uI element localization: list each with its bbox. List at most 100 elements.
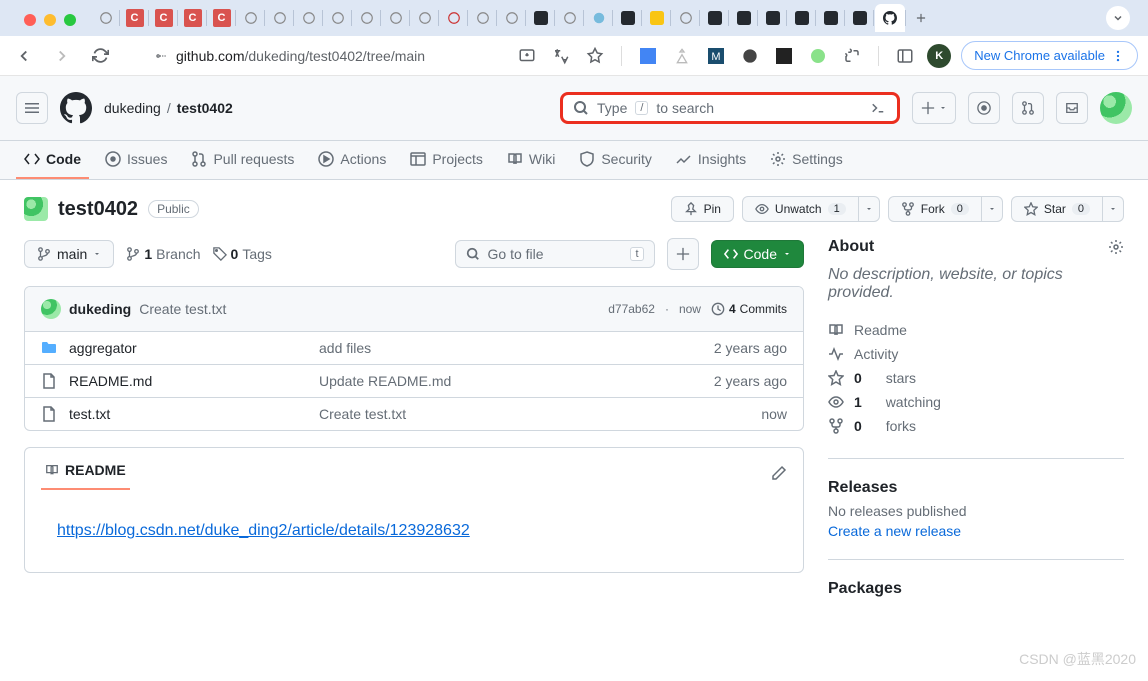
tab-18[interactable] (585, 4, 612, 32)
file-row[interactable]: aggregatoradd files2 years ago (25, 332, 803, 365)
tab-27[interactable] (846, 4, 873, 32)
activity-link[interactable]: Activity (828, 342, 1124, 366)
tab-code[interactable]: Code (16, 141, 89, 179)
file-row[interactable]: README.mdUpdate README.md2 years ago (25, 365, 803, 398)
file-row[interactable]: test.txtCreate test.txtnow (25, 398, 803, 430)
tab-security[interactable]: Security (571, 141, 660, 179)
stars-link[interactable]: 0 stars (828, 366, 1124, 390)
tab-23[interactable] (730, 4, 757, 32)
fork-button[interactable]: Fork0 (888, 196, 982, 222)
about-settings-button[interactable] (1108, 239, 1124, 255)
pin-button[interactable]: Pin (671, 196, 734, 222)
install-icon[interactable] (515, 44, 539, 68)
ext-4-icon[interactable] (738, 44, 762, 68)
edit-readme-button[interactable] (771, 465, 787, 481)
commit-author[interactable]: dukeding (69, 301, 131, 317)
site-info-icon[interactable] (154, 49, 168, 63)
goto-file-input[interactable]: Go to filet (455, 240, 655, 268)
file-commit-msg[interactable]: add files (319, 340, 714, 356)
tab-pulls[interactable]: Pull requests (183, 141, 302, 179)
tab-16[interactable] (527, 4, 554, 32)
readme-link[interactable]: https://blog.csdn.net/duke_ding2/article… (57, 522, 470, 539)
back-button[interactable] (10, 42, 38, 70)
tab-12[interactable] (411, 4, 438, 32)
tab-4[interactable]: C (179, 4, 206, 32)
add-dropdown-button[interactable] (912, 92, 956, 124)
url-box[interactable]: github.com/dukeding/test0402/tree/main (154, 48, 425, 64)
tab-3[interactable]: C (150, 4, 177, 32)
tab-projects[interactable]: Projects (402, 141, 491, 179)
tab-1[interactable] (92, 4, 119, 32)
tab-7[interactable] (266, 4, 293, 32)
create-release-link[interactable]: Create a new release (828, 523, 1124, 539)
tab-10[interactable] (353, 4, 380, 32)
breadcrumb-owner[interactable]: dukeding (104, 100, 161, 116)
commit-message[interactable]: Create test.txt (139, 301, 226, 317)
branches-link[interactable]: 1Branch (126, 246, 200, 262)
tab-2[interactable]: C (121, 4, 148, 32)
tab-25[interactable] (788, 4, 815, 32)
inbox-button[interactable] (1056, 92, 1088, 124)
reload-button[interactable] (86, 42, 114, 70)
unwatch-button[interactable]: Unwatch1 (742, 196, 859, 222)
file-commit-msg[interactable]: Create test.txt (319, 406, 761, 422)
tab-17[interactable] (556, 4, 583, 32)
tab-6[interactable] (237, 4, 264, 32)
branch-dropdown[interactable]: main (24, 240, 114, 268)
tab-5[interactable]: C (208, 4, 235, 32)
tab-19[interactable] (614, 4, 641, 32)
star-button[interactable]: Star0 (1011, 196, 1103, 222)
bookmark-icon[interactable] (583, 44, 607, 68)
update-button[interactable]: New Chrome available (961, 41, 1138, 70)
search-input[interactable]: Type / to search (560, 92, 900, 124)
star-dropdown[interactable] (1103, 196, 1124, 222)
tab-settings[interactable]: Settings (762, 141, 851, 179)
watching-link[interactable]: 1 watching (828, 390, 1124, 414)
ext-2-icon[interactable] (670, 44, 694, 68)
readme-tab[interactable]: README (41, 456, 130, 490)
command-palette-icon[interactable] (869, 99, 887, 117)
tab-20[interactable] (643, 4, 670, 32)
maximize-window-icon[interactable] (64, 14, 76, 26)
pulls-button[interactable] (1012, 92, 1044, 124)
tab-22[interactable] (701, 4, 728, 32)
ext-6-icon[interactable] (806, 44, 830, 68)
sidepanel-icon[interactable] (893, 44, 917, 68)
extensions-icon[interactable] (840, 44, 864, 68)
tabs-dropdown[interactable] (1106, 6, 1130, 30)
tab-13[interactable] (440, 4, 467, 32)
tab-15[interactable] (498, 4, 525, 32)
profile-avatar[interactable]: K (927, 44, 951, 68)
commits-link[interactable]: 4 Commits (711, 302, 787, 316)
forward-button[interactable] (48, 42, 76, 70)
ext-3-icon[interactable]: M (704, 44, 728, 68)
file-name[interactable]: aggregator (69, 340, 319, 356)
issues-button[interactable] (968, 92, 1000, 124)
watch-dropdown[interactable] (859, 196, 880, 222)
minimize-window-icon[interactable] (44, 14, 56, 26)
tab-actions[interactable]: Actions (310, 141, 394, 179)
github-logo-icon[interactable] (60, 92, 92, 124)
add-file-button[interactable] (667, 238, 699, 270)
user-avatar[interactable] (1100, 92, 1132, 124)
readme-link[interactable]: Readme (828, 318, 1124, 342)
commit-avatar[interactable] (41, 299, 61, 319)
breadcrumb-repo[interactable]: test0402 (177, 100, 233, 116)
tab-26[interactable] (817, 4, 844, 32)
tab-21[interactable] (672, 4, 699, 32)
tab-issues[interactable]: Issues (97, 141, 175, 179)
tab-active[interactable] (875, 4, 905, 32)
tab-insights[interactable]: Insights (668, 141, 754, 179)
tab-8[interactable] (295, 4, 322, 32)
tab-wiki[interactable]: Wiki (499, 141, 563, 179)
new-tab-button[interactable] (907, 11, 935, 25)
file-commit-msg[interactable]: Update README.md (319, 373, 714, 389)
translate-icon[interactable] (549, 44, 573, 68)
close-window-icon[interactable] (24, 14, 36, 26)
file-name[interactable]: README.md (69, 373, 319, 389)
ext-5-icon[interactable] (772, 44, 796, 68)
file-name[interactable]: test.txt (69, 406, 319, 422)
tab-9[interactable] (324, 4, 351, 32)
hamburger-button[interactable] (16, 92, 48, 124)
forks-link[interactable]: 0 forks (828, 414, 1124, 438)
